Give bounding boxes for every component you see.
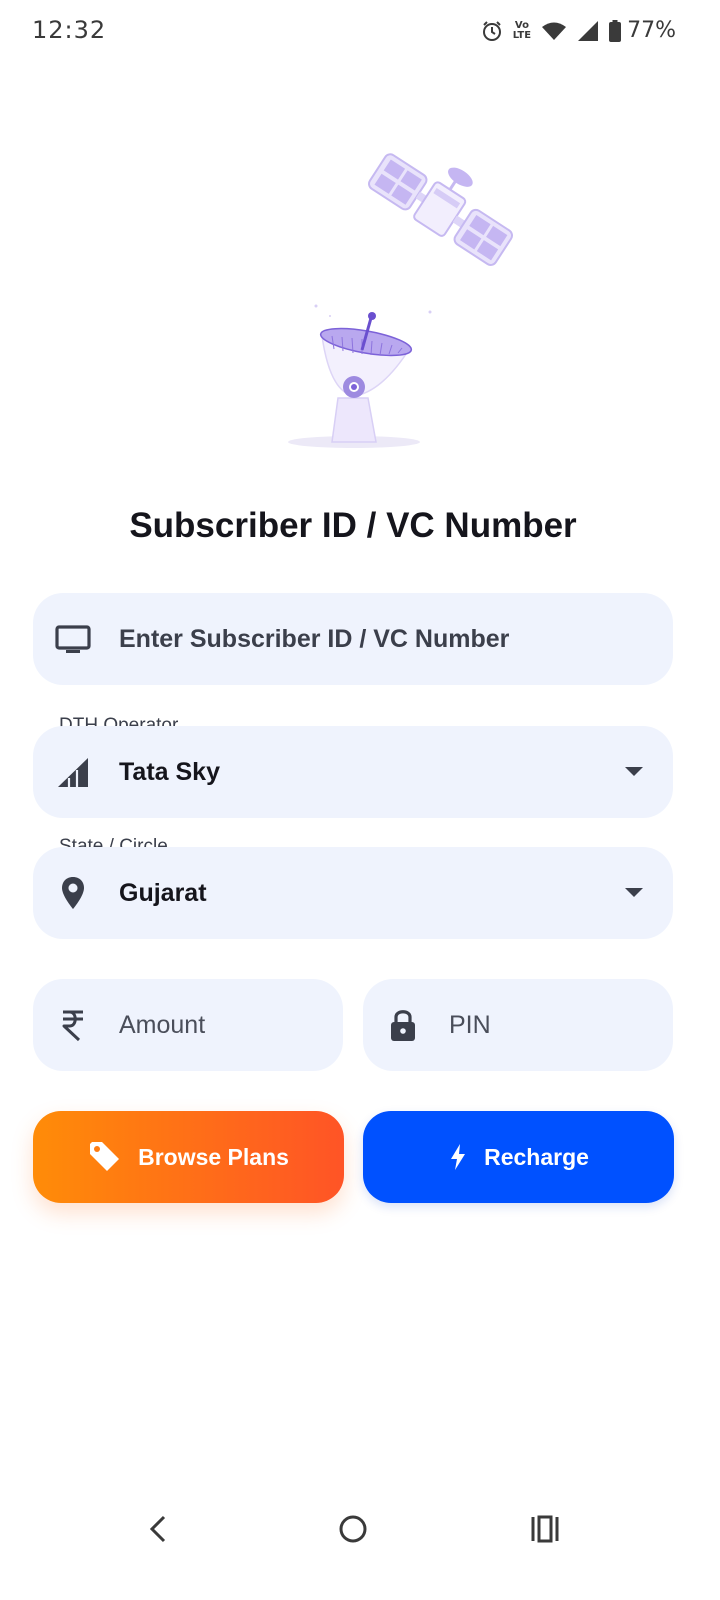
browse-plans-label: Browse Plans: [138, 1143, 289, 1170]
lightning-bolt-icon: [451, 1144, 466, 1170]
dth-operator-select[interactable]: Tata Sky: [33, 726, 673, 818]
tv-icon: [55, 625, 91, 653]
satellite-dish-illustration: [288, 153, 514, 448]
status-time: 12:32: [32, 16, 107, 44]
home-circle-icon: [339, 1515, 367, 1543]
state-circle-select[interactable]: Gujarat: [33, 847, 673, 939]
page-title: Subscriber ID / VC Number: [129, 506, 577, 545]
battery-icon: [609, 19, 622, 42]
recents-icon: [531, 1515, 559, 1543]
pin-input[interactable]: PIN: [363, 979, 673, 1071]
pin-placeholder: PIN: [449, 1011, 491, 1039]
back-button[interactable]: [128, 1504, 188, 1554]
recharge-label: Recharge: [484, 1143, 589, 1170]
cell-signal-icon: [578, 20, 599, 41]
status-bar: 12:32 Vo LTE 77%: [0, 0, 720, 62]
state-circle-value: Gujarat: [119, 879, 207, 907]
subscriber-id-input[interactable]: Enter Subscriber ID / VC Number: [33, 593, 673, 685]
chevron-down-icon: [625, 767, 643, 776]
location-pin-icon: [62, 877, 84, 909]
wifi-icon: [542, 22, 567, 40]
navigation-bar: [0, 1480, 720, 1580]
battery-percent: 77%: [627, 18, 676, 43]
alarm-icon: [482, 20, 501, 41]
chevron-down-icon: [625, 888, 643, 897]
recents-button[interactable]: [515, 1504, 575, 1554]
browse-plans-button[interactable]: Browse Plans: [33, 1111, 344, 1203]
tag-icon: [90, 1142, 120, 1171]
status-icons: Vo LTE 77%: [481, 18, 676, 43]
home-button[interactable]: [323, 1504, 383, 1554]
back-chevron-icon: [149, 1515, 166, 1543]
amount-input[interactable]: Amount: [33, 979, 343, 1071]
dish-antenna-icon: [288, 304, 432, 448]
amount-placeholder: Amount: [119, 1011, 206, 1039]
signal-icon: [58, 758, 88, 787]
dth-operator-value: Tata Sky: [119, 758, 220, 786]
satellite-icon: [368, 153, 514, 266]
recharge-button[interactable]: Recharge: [363, 1111, 674, 1203]
rupee-icon: [62, 1010, 83, 1042]
volte-icon: Vo LTE: [512, 19, 532, 41]
subscriber-id-placeholder: Enter Subscriber ID / VC Number: [119, 625, 510, 653]
lock-icon: [391, 1010, 415, 1041]
